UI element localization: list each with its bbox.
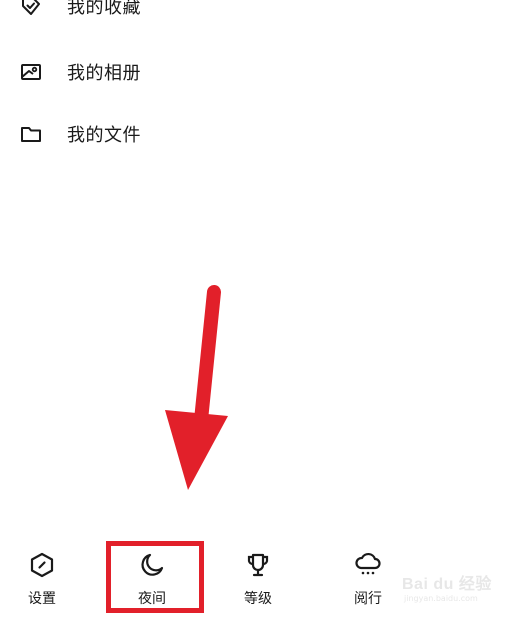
nav-item-settings[interactable]: 设置 (12, 550, 72, 610)
settings-hexagon-icon (27, 550, 57, 580)
nav-label: 等级 (244, 591, 272, 607)
menu-item-album[interactable]: 我的相册 (18, 56, 141, 88)
moon-icon (137, 550, 167, 580)
menu-item-label: 我的相册 (67, 63, 141, 84)
nav-label: 夜间 (138, 591, 166, 607)
nav-item-night-mode[interactable]: 夜间 (122, 550, 182, 610)
cloud-icon (353, 550, 383, 580)
nav-label: 阅行 (354, 591, 382, 607)
menu-item-label: 我的文件 (67, 125, 141, 146)
nav-item-reading[interactable]: 阅行 (338, 550, 398, 610)
photo-album-icon (18, 59, 44, 85)
menu-item-favorites[interactable]: 我的收藏 (18, 0, 141, 22)
bottom-nav-bar: 设置 夜间 等级 阅行 (0, 540, 524, 618)
nav-item-level[interactable]: 等级 (228, 550, 288, 610)
annotation-arrow (165, 285, 228, 490)
menu-item-files[interactable]: 我的文件 (18, 118, 141, 150)
folder-icon (18, 121, 44, 147)
nav-label: 设置 (28, 591, 56, 607)
menu-item-label: 我的收藏 (67, 0, 141, 18)
trophy-icon (243, 550, 273, 580)
favorite-tag-icon (18, 0, 44, 19)
